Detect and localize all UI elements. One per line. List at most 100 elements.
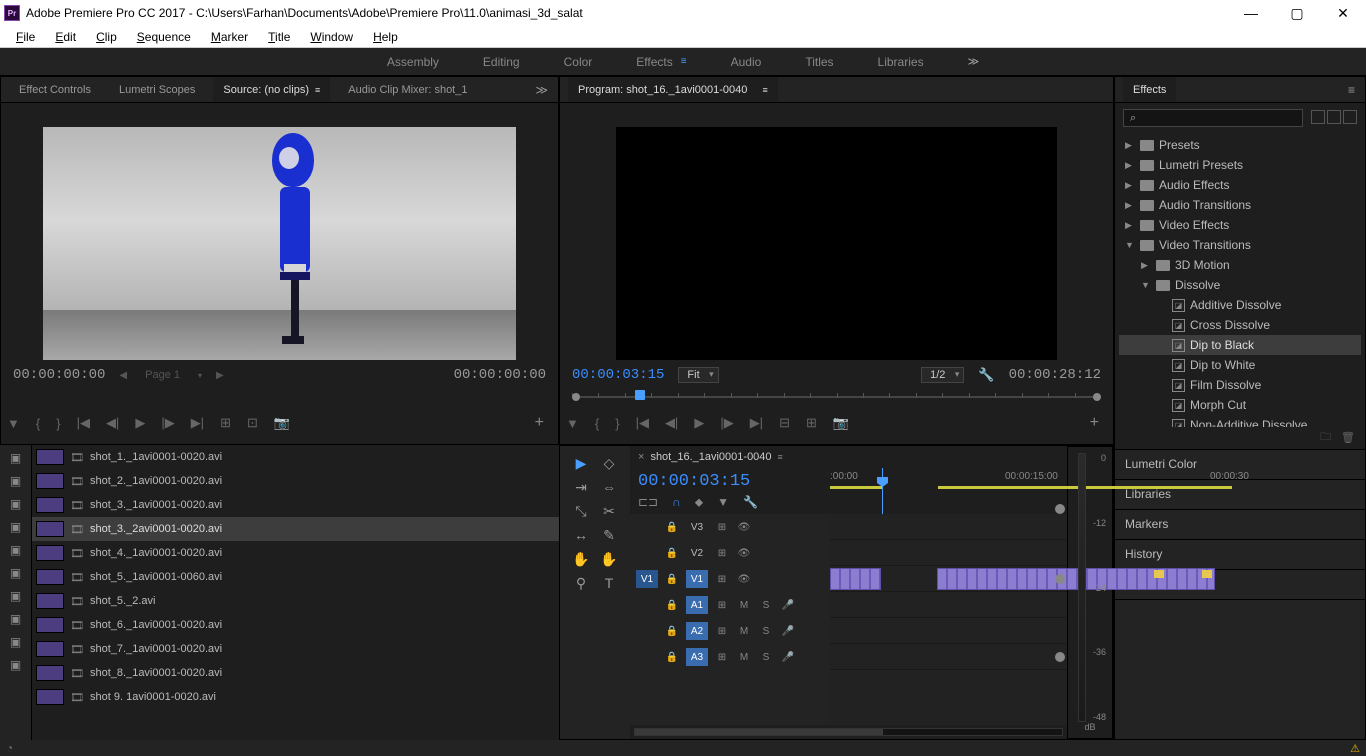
rate-tool-icon[interactable]: ⤡	[572, 502, 590, 520]
tab-audio-clip-mixer[interactable]: Audio Clip Mixer: shot_1	[338, 77, 477, 102]
square-icon[interactable]: ▣	[7, 610, 25, 628]
insert-icon[interactable]: ⊞	[220, 415, 231, 431]
square-icon[interactable]: ▣	[7, 587, 25, 605]
square-icon[interactable]: ▣	[7, 564, 25, 582]
close-seq-icon[interactable]: ×	[638, 451, 644, 463]
mark-out-icon[interactable]: }	[56, 416, 60, 431]
program-zoom-dropdown[interactable]: Fit	[678, 367, 718, 383]
square-icon[interactable]: ▣	[7, 495, 25, 513]
maximize-button[interactable]: ▢	[1274, 0, 1320, 26]
go-in-icon[interactable]: |◀	[636, 415, 649, 431]
lift-icon[interactable]: ⊟	[779, 415, 790, 431]
menu-window[interactable]: Window	[300, 30, 363, 44]
workspace-overflow[interactable]: ≫	[968, 55, 980, 68]
tab-effect-controls[interactable]: Effect Controls	[9, 77, 101, 102]
square-icon[interactable]: ▣	[7, 449, 25, 467]
delete-icon[interactable]: 🗑	[1341, 431, 1355, 444]
video-track-header[interactable]: 🔒V3⊞👁	[630, 514, 830, 540]
effects-folder[interactable]: ▶Video Effects	[1119, 215, 1361, 235]
effects-item[interactable]: ◪Film Dissolve	[1119, 375, 1361, 395]
go-out-icon[interactable]: ▶|	[750, 415, 763, 431]
overwrite-icon[interactable]: ⊡	[247, 415, 258, 431]
slip-tool-icon[interactable]: ↔	[572, 526, 590, 544]
go-out-icon[interactable]: ▶|	[191, 415, 204, 431]
effects-panel-menu-icon[interactable]: ≡	[1348, 83, 1365, 97]
effects-item[interactable]: ◪Cross Dissolve	[1119, 315, 1361, 335]
panel-markers[interactable]: Markers	[1115, 510, 1365, 540]
source-scrubber[interactable]	[13, 388, 546, 406]
source-page-dropdown[interactable]: ▾	[198, 371, 202, 380]
ripple-tool-icon[interactable]: ⇥	[572, 478, 590, 496]
tab-source[interactable]: Source: (no clips) ≡	[213, 77, 330, 102]
tab-lumetri-scopes[interactable]: Lumetri Scopes	[109, 77, 205, 102]
bin-item[interactable]: 🎞shot_5._1avi0001-0060.avi	[32, 565, 559, 589]
menu-clip[interactable]: Clip	[86, 30, 127, 44]
export-frame-icon[interactable]: 📷	[833, 415, 849, 431]
effects-folder[interactable]: ▼Video Transitions	[1119, 235, 1361, 255]
program-viewer[interactable]	[616, 127, 1057, 360]
add-marker-icon[interactable]: ▼	[7, 416, 20, 431]
square-icon[interactable]: ▣	[7, 656, 25, 674]
menu-file[interactable]: File	[6, 30, 45, 44]
bin-item[interactable]: 🎞shot 9. 1avi0001-0020.avi	[32, 685, 559, 709]
button-editor-icon[interactable]: +	[1090, 414, 1099, 432]
effects-folder[interactable]: ▶Audio Transitions	[1119, 195, 1361, 215]
play-icon[interactable]: ▶	[135, 415, 145, 431]
effects-folder[interactable]: ▶3D Motion	[1119, 255, 1361, 275]
effects-item[interactable]: ◪Morph Cut	[1119, 395, 1361, 415]
tab-effects[interactable]: Effects	[1123, 77, 1176, 102]
program-resolution-dropdown[interactable]: 1/2	[921, 367, 964, 383]
source-left-timecode[interactable]: 00:00:00:00	[13, 367, 105, 383]
zoom-tool-icon[interactable]: ⚲	[572, 574, 590, 592]
menu-edit[interactable]: Edit	[45, 30, 86, 44]
marker-icon[interactable]: ⬥	[695, 495, 703, 510]
settings-icon[interactable]: 🔧	[743, 495, 758, 510]
menu-help[interactable]: Help	[363, 30, 408, 44]
effects-item[interactable]: ◪Additive Dissolve	[1119, 295, 1361, 315]
linked-sel-icon[interactable]: ∩	[672, 495, 681, 510]
audio-track-header[interactable]: 🔒A3⊞MS🎤	[630, 644, 830, 670]
play-icon[interactable]: ▶	[694, 415, 704, 431]
snap-icon[interactable]: ⊏⊐	[638, 495, 658, 510]
export-frame-icon[interactable]: 📷	[274, 415, 290, 431]
selection-tool-icon[interactable]: ▶	[572, 454, 590, 472]
bin-item[interactable]: 🎞shot_1._1avi0001-0020.avi	[32, 445, 559, 469]
bin-item[interactable]: 🎞shot_2._1avi0001-0020.avi	[32, 469, 559, 493]
program-left-timecode[interactable]: 00:00:03:15	[572, 367, 664, 383]
timeline-ruler[interactable]: :00:00 00:00:15:00 00:00:30	[830, 468, 1067, 490]
extract-icon[interactable]: ⊞	[806, 415, 817, 431]
timeline-lanes[interactable]	[830, 514, 1067, 725]
audio-track-header[interactable]: 🔒A2⊞MS🎤	[630, 618, 830, 644]
source-page-next[interactable]: ▶	[216, 370, 224, 381]
hand-tool-icon[interactable]: ✋	[600, 550, 618, 568]
audio-track-header[interactable]: 🔒A1⊞MS🎤	[630, 592, 830, 618]
effects-folder[interactable]: ▶Lumetri Presets	[1119, 155, 1361, 175]
timeline-zoom-scroll[interactable]	[630, 725, 1067, 739]
video-track-header[interactable]: V1🔒V1⊞👁	[630, 566, 830, 592]
minimize-button[interactable]: —	[1228, 0, 1274, 26]
bin-item[interactable]: 🎞shot_6._1avi0001-0020.avi	[32, 613, 559, 637]
razor-tool-icon[interactable]: ✂	[600, 502, 618, 520]
button-editor-icon[interactable]: +	[535, 414, 544, 432]
step-fwd-icon[interactable]: |▶	[161, 415, 174, 431]
square-icon[interactable]: ▣	[7, 518, 25, 536]
type-tool-icon[interactable]: T	[600, 574, 618, 592]
effects-search-input[interactable]: ⌕	[1123, 109, 1303, 127]
mark-in-icon[interactable]: {	[36, 416, 40, 431]
menu-sequence[interactable]: Sequence	[127, 30, 201, 44]
effects-folder[interactable]: ▶Audio Effects	[1119, 175, 1361, 195]
video-track-header[interactable]: 🔒V2⊞👁	[630, 540, 830, 566]
step-back-icon[interactable]: ◀|	[106, 415, 119, 431]
effects-item[interactable]: ◪Non-Additive Dissolve	[1119, 415, 1361, 427]
bin-item[interactable]: 🎞shot_4._1avi0001-0020.avi	[32, 541, 559, 565]
workspace-color[interactable]: Color	[564, 55, 593, 69]
effects-item[interactable]: ◪Dip to White	[1119, 355, 1361, 375]
seq-marker-icon[interactable]: ▼	[717, 495, 729, 510]
workspace-libraries[interactable]: Libraries	[878, 55, 924, 69]
settings-icon[interactable]: 🔧	[978, 367, 994, 383]
sequence-tab[interactable]: ×shot_16._1avi0001-0040 ≡	[630, 446, 1067, 468]
workspace-titles[interactable]: Titles	[805, 55, 833, 69]
square-icon[interactable]: ▣	[7, 541, 25, 559]
bin-item[interactable]: 🎞shot_3._1avi0001-0020.avi	[32, 493, 559, 517]
panel-history[interactable]: History	[1115, 540, 1365, 570]
